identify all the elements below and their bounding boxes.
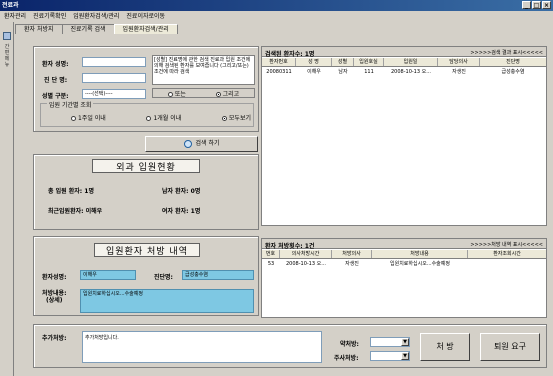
- cell-gender: 남자: [338, 69, 348, 75]
- patient-name-label: 환자 성명:: [42, 61, 69, 68]
- col-view-time[interactable]: 환자조회시간: [468, 250, 546, 258]
- and-radio[interactable]: 그리고: [215, 89, 239, 98]
- total-label: 총 입원 환자:: [48, 188, 83, 195]
- cell-rx-content: 입원치료하십시오...수술예정: [390, 261, 450, 267]
- chevron-down-icon[interactable]: ▼: [401, 352, 409, 360]
- cell-no: 53: [267, 261, 275, 267]
- period-1week-radio[interactable]: 1주일 이내: [71, 113, 106, 122]
- maximize-button[interactable]: □: [532, 1, 541, 9]
- latest-label: 최근입원환자:: [48, 208, 84, 215]
- left-strip-label: 간편메뉴: [4, 44, 10, 68]
- rx-content-value: 입원치료하십시오...수술예정: [80, 289, 254, 313]
- female-label: 여자 환자:: [162, 208, 189, 215]
- table-row[interactable]: 53 2008-10-13 오... 자생진 입원치료하십시오...수술예정: [262, 260, 546, 268]
- injection-rx-select[interactable]: ▼: [370, 351, 410, 361]
- col-gender[interactable]: 성별: [332, 58, 354, 66]
- tab-prescription[interactable]: 환자 처방지: [15, 24, 63, 34]
- col-rx-content[interactable]: 처방내용: [372, 250, 468, 258]
- period-label: 입원 기간별 조회: [47, 100, 94, 109]
- history-header: 번호 의사처방시간 처방의사 처방내용 환자조회시간: [262, 250, 546, 259]
- results-header: 환자번호 성 명 성별 입원호실 입원일 담당의사 진단명: [262, 58, 546, 67]
- search-icon: [183, 140, 192, 148]
- cell-patient-no: 20080311: [266, 69, 292, 75]
- male-label: 남자 환자:: [162, 188, 189, 195]
- discharge-request-button[interactable]: 퇴원 요구: [480, 333, 540, 361]
- menu-item-inpatients[interactable]: 입원환자검색/관리: [73, 11, 119, 22]
- left-strip: 간편메뉴: [0, 22, 14, 376]
- window-title-bar: 전료과 _ □ ×: [0, 0, 553, 11]
- and-or-group: 또는 그리고: [152, 88, 255, 98]
- gender-label: 성별 구분:: [42, 93, 69, 100]
- extra-rx-label: 추가처방:: [42, 335, 67, 342]
- cell-rx-doctor: 자생진: [345, 261, 359, 267]
- patient-name-input[interactable]: [82, 57, 146, 67]
- results-count: 검색된 환자수: 1명: [265, 51, 315, 58]
- search-button[interactable]: 검색 하기: [145, 136, 258, 152]
- tab-inpatient-search[interactable]: 입원환자검색/관리: [113, 24, 178, 34]
- minimize-button[interactable]: _: [522, 1, 531, 9]
- close-button[interactable]: ×: [542, 1, 551, 9]
- col-rx-doctor[interactable]: 처방의사: [332, 250, 372, 258]
- col-rx-time[interactable]: 의사처방시간: [280, 250, 332, 258]
- cell-room: 111: [364, 69, 374, 75]
- col-admit-date[interactable]: 입원일: [384, 58, 438, 66]
- col-patient-no[interactable]: 환자번호: [262, 58, 296, 66]
- window-title: 전료과: [2, 2, 19, 9]
- menu-item-move[interactable]: 진료이자로이동: [126, 11, 165, 22]
- menu-item-records[interactable]: 진료기록확인: [33, 11, 66, 22]
- status-title: 외과 입원현황: [92, 159, 200, 173]
- cell-doctor: 자생진: [452, 69, 466, 75]
- history-count: 환자 처방횟수: 1건: [265, 243, 315, 250]
- period-1month-radio[interactable]: 1개월 이내: [146, 113, 181, 122]
- latest-value: 이해우: [85, 208, 103, 215]
- drug-rx-select[interactable]: ▼: [370, 337, 410, 347]
- rx-content-label: 처방내용: (상세): [42, 290, 67, 304]
- female-value: 1명: [190, 208, 201, 215]
- col-doctor[interactable]: 담당의사: [438, 58, 480, 66]
- or-radio[interactable]: 또는: [167, 89, 186, 98]
- cell-name: 이해우: [307, 69, 321, 75]
- menu-item-patients[interactable]: 환자관리: [4, 11, 26, 22]
- tab-bar: 환자 처방지 진료기록 검색 입원환자검색/관리: [15, 24, 178, 34]
- results-display-link[interactable]: >>>>>검색 결과 표시<<<<<: [470, 49, 543, 56]
- rx-diag-value: 급성충수염: [182, 270, 254, 280]
- search-panel: 환자 성명: 진 단 명: 성별 구분: ----(선택)---- [성별] 진…: [33, 46, 259, 132]
- status-panel: 외과 입원현황 총 입원 환자: 1명 남자 환자: 0명 최근입원환자: 이해…: [33, 154, 259, 230]
- cell-view-time: [468, 260, 546, 268]
- rx-diag-label: 진단명:: [154, 274, 173, 281]
- col-no[interactable]: 번호: [262, 250, 280, 258]
- menu-bar: 환자관리 진료기록확인 입원환자검색/관리 진료이자로이동: [0, 11, 553, 22]
- cell-rx-time: 2008-10-13 오...: [285, 261, 326, 267]
- extra-rx-textarea[interactable]: 추가처방입니다.: [82, 331, 322, 363]
- injection-rx-label: 주사처방:: [334, 355, 359, 362]
- prescribe-button[interactable]: 처 방: [420, 333, 470, 361]
- prescription-title: 입원환자 처방 내역: [94, 243, 200, 257]
- search-hint: [성별] 진료명에 관한 검색 진료과 입원 조건에 의해 검색된 환자를 보여…: [152, 55, 255, 85]
- period-all-radio[interactable]: 모두보기: [221, 113, 251, 122]
- diagnosis-label: 진 단 명:: [44, 77, 68, 84]
- drug-rx-label: 약처방:: [340, 341, 359, 348]
- app-icon[interactable]: [3, 32, 11, 40]
- history-display-link[interactable]: >>>>>처방 내역 표시<<<<<: [470, 241, 543, 248]
- cell-diagnosis: 급성충수염: [501, 69, 525, 75]
- chevron-down-icon[interactable]: ▼: [401, 338, 409, 346]
- col-diagnosis[interactable]: 진단명: [480, 58, 546, 66]
- prescription-panel: 입원환자 처방 내역 환자성명: 이해우 진단명: 급성충수염 처방내용: (상…: [33, 236, 259, 316]
- total-value: 1명: [84, 188, 94, 195]
- table-row[interactable]: 20080311 이해우 남자 111 2008-10-13 오... 자생진 …: [262, 68, 546, 76]
- bottom-panel: 추가처방: 추가처방입니다. 약처방: ▼ 주사처방: ▼ 처 방 퇴원 요구: [33, 324, 547, 368]
- results-grid: 검색된 환자수: 1명 >>>>>검색 결과 표시<<<<< 환자번호 성 명 …: [261, 46, 547, 226]
- rx-patient-value: 이해우: [80, 270, 136, 280]
- history-grid: 환자 처방횟수: 1건 >>>>>처방 내역 표시<<<<< 번호 의사처방시간…: [261, 238, 547, 318]
- rx-patient-label: 환자성명:: [42, 274, 67, 281]
- diagnosis-input[interactable]: [82, 73, 146, 83]
- gender-select[interactable]: ----(선택)----: [82, 89, 146, 99]
- tab-record-search[interactable]: 진료기록 검색: [61, 24, 115, 34]
- period-group: 입원 기간별 조회 1주일 이내 1개월 이내 모두보기: [40, 100, 254, 127]
- col-name[interactable]: 성 명: [296, 58, 332, 66]
- male-value: 0명: [190, 188, 201, 195]
- cell-admit-date: 2008-10-13 오...: [390, 69, 431, 75]
- col-room[interactable]: 입원호실: [354, 58, 384, 66]
